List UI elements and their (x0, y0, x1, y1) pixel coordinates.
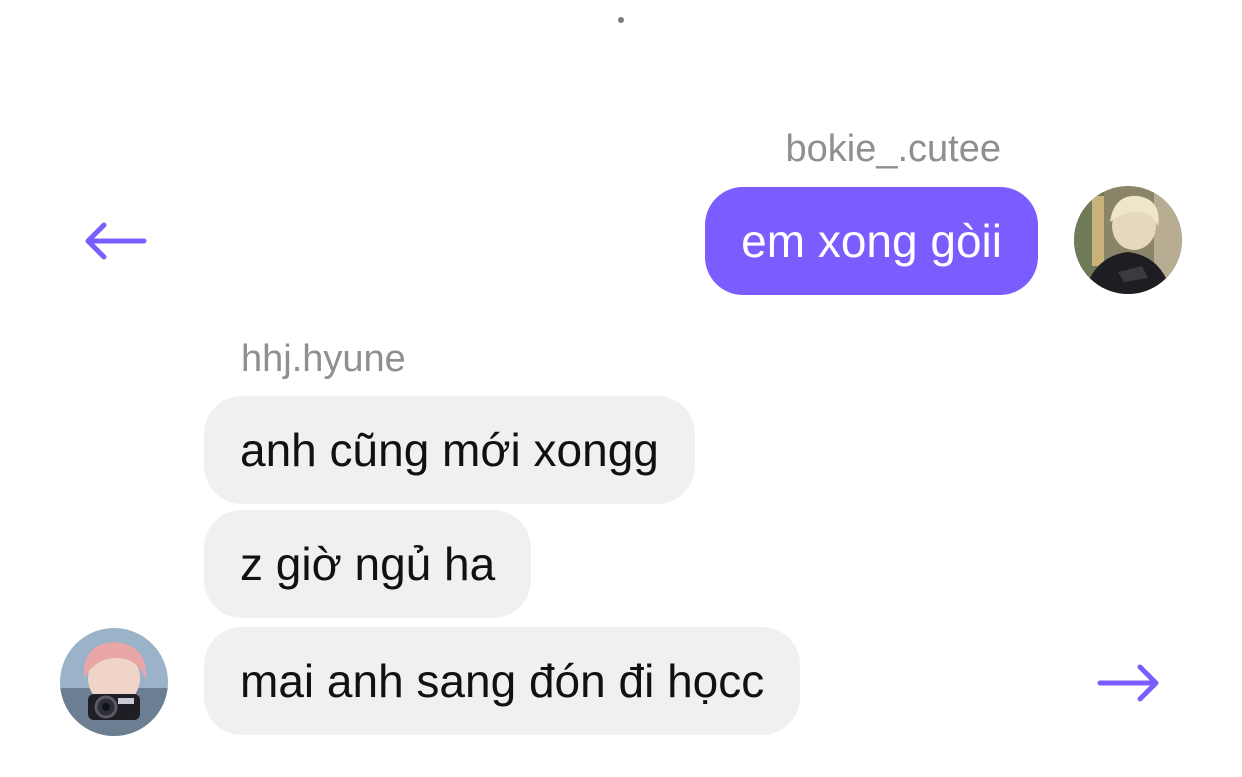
received-message-bubble[interactable]: anh cũng mới xongg (204, 396, 695, 504)
sender-avatar-image (1074, 186, 1182, 294)
back-button[interactable] (80, 219, 150, 263)
chat-screen: bokie_.cutee em xong gòii hhj.hyune anh … (0, 0, 1242, 777)
sender-avatar[interactable] (1074, 186, 1182, 294)
sender-username: bokie_.cutee (785, 128, 1002, 170)
receiver-avatar-image (60, 628, 168, 736)
receiver-username: hhj.hyune (241, 338, 406, 380)
sent-message-bubble[interactable]: em xong gòii (705, 187, 1038, 295)
arrow-right-icon (1097, 664, 1159, 702)
top-indicator-dot (618, 17, 624, 23)
arrow-left-icon (85, 222, 147, 260)
received-message-bubble[interactable]: z giờ ngủ ha (204, 510, 532, 618)
received-message-bubble[interactable]: mai anh sang đón đi họcc (204, 627, 801, 735)
forward-button[interactable] (1094, 661, 1164, 705)
receiver-avatar[interactable] (60, 628, 168, 736)
